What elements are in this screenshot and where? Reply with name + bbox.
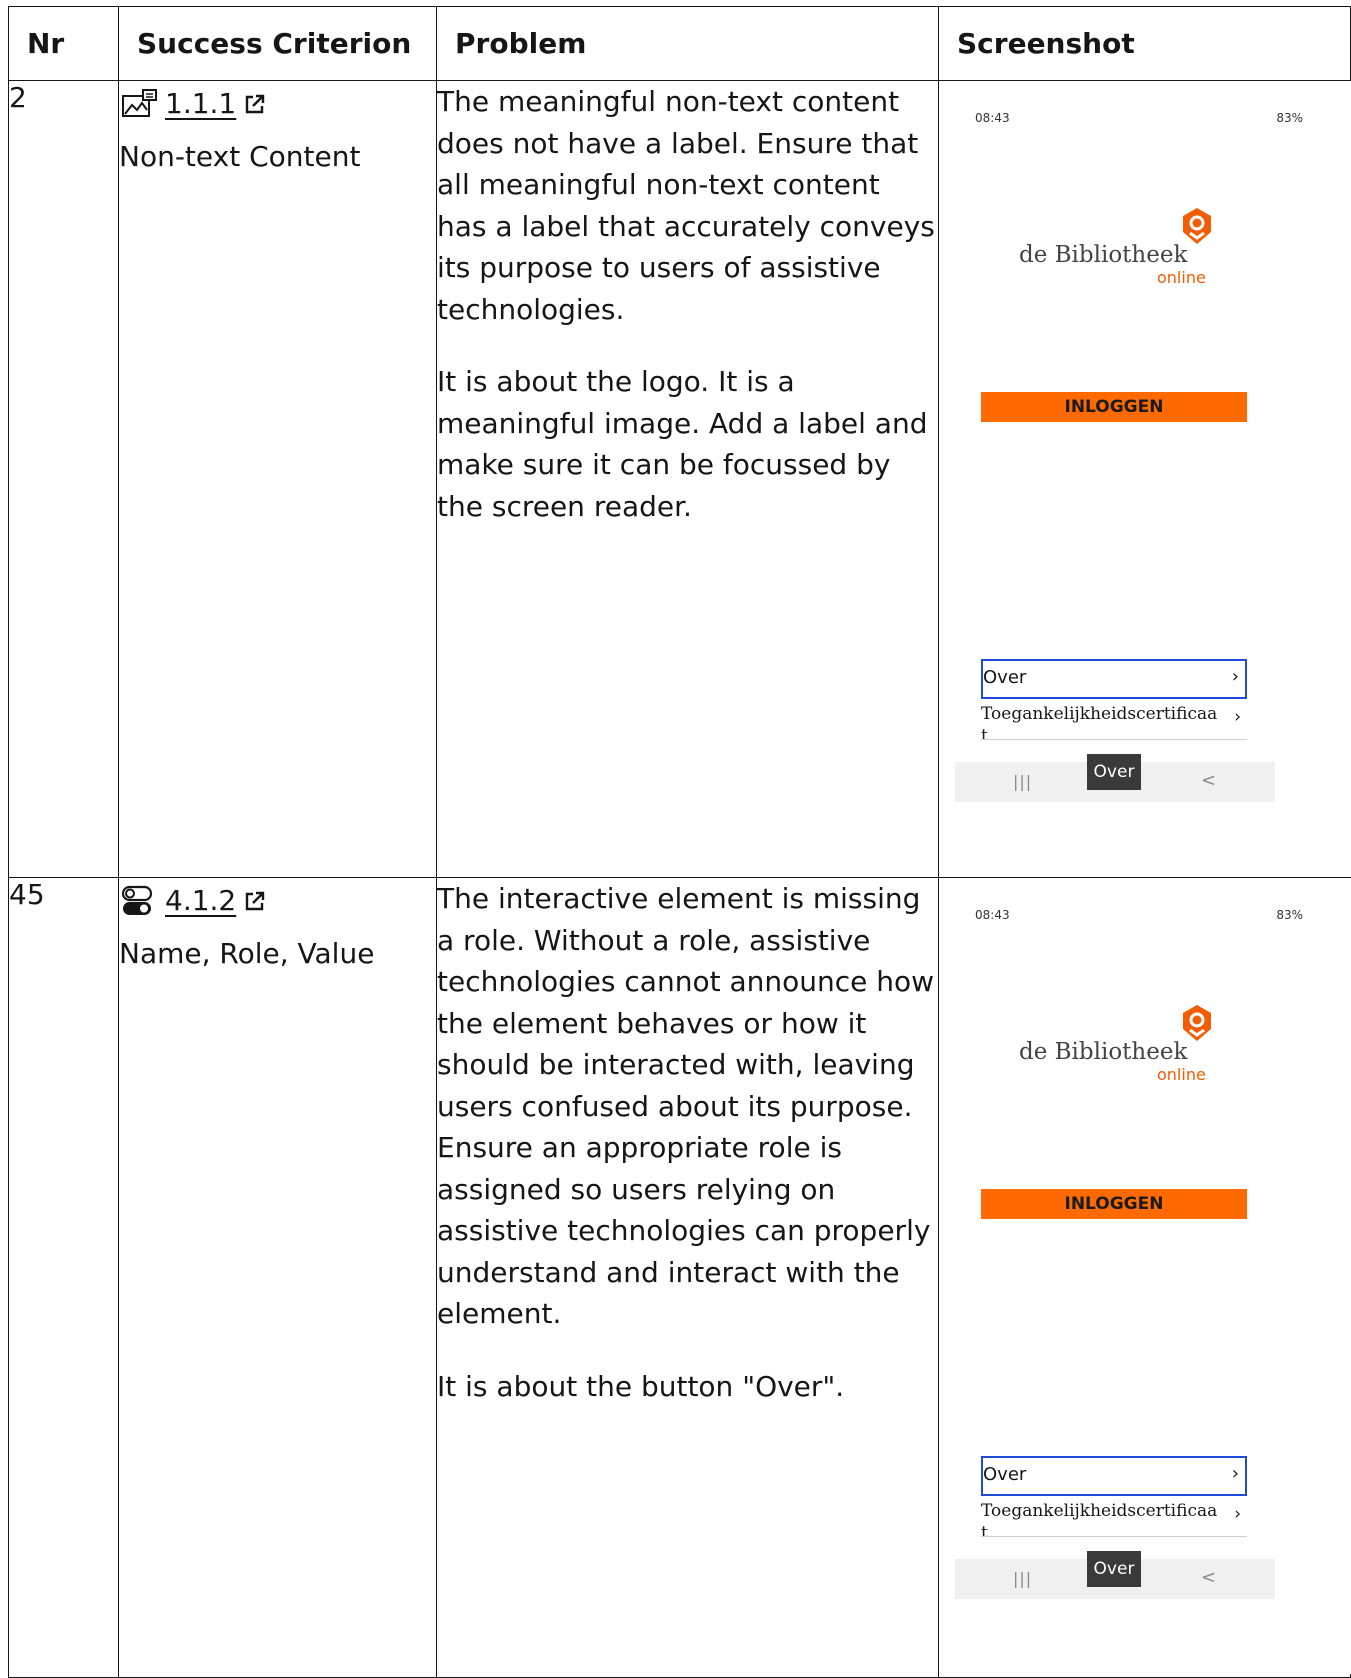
logo-mark-icon [1183, 208, 1211, 244]
header-row: Nr Success Criterion Problem Screenshot [8, 6, 1351, 81]
phone-screenshot: 08:43 83% de Bibliotheek online INLOGGEN [939, 878, 1351, 1674]
menu-item-toegankelijkheid[interactable]: Toegankelijkheidscertificaat › [981, 1500, 1247, 1537]
external-link-icon [246, 891, 265, 911]
sc-name: Non-text Content [119, 140, 361, 173]
logo-sub-text: online [1157, 268, 1206, 287]
menu-item-over-label: Over [983, 1464, 1027, 1485]
success-criterion-cell: 4.1.2 Name, Role, Value [118, 877, 437, 1678]
row-number: 45 [8, 877, 119, 1678]
success-criterion-cell: 1.1.1 Non-text Content [118, 80, 437, 878]
problem-note: It is about the logo. It is a meaningful… [437, 365, 928, 523]
toggle-icon [121, 885, 153, 915]
sc-link[interactable]: 1.1.1 [119, 81, 266, 127]
status-time: 08:43 [975, 111, 1010, 125]
menu-item-toegankelijkheid[interactable]: Toegankelijkheidscertificaat › [981, 703, 1247, 740]
login-button[interactable]: INLOGGEN [981, 392, 1247, 422]
phone-screenshot: 08:43 83% de Bibliotheek online INLOGGEN [939, 81, 1351, 877]
status-battery: 83% [1276, 111, 1303, 125]
logo-sub-text: online [1157, 1065, 1206, 1084]
login-button[interactable]: INLOGGEN [981, 1189, 1247, 1219]
table-row: 2 1.1.1 Non-text Content The meaningful … [8, 80, 1351, 878]
menu-item-toeg-label: Toegankelijkheidscertificaat [981, 1501, 1218, 1537]
problem-description: The meaningful non-text content does not… [437, 85, 935, 326]
sc-link[interactable]: 4.1.2 [119, 878, 266, 924]
screenshot-cell: 08:43 83% de Bibliotheek online INLOGGEN [938, 877, 1351, 1678]
chevron-right-icon: › [1231, 1463, 1239, 1484]
menu-item-over[interactable]: Over › [981, 659, 1247, 699]
menu-item-over-label: Over [983, 667, 1027, 688]
sc-number: 1.1.1 [165, 87, 237, 120]
logo-brand-text: de Bibliotheek [1019, 242, 1188, 268]
problem-note: It is about the button "Over". [437, 1369, 845, 1403]
screenreader-tooltip: Over [1087, 1551, 1141, 1587]
sc-number: 4.1.2 [165, 884, 237, 917]
bibliotheek-logo: de Bibliotheek online [1019, 1003, 1219, 1084]
status-battery: 83% [1276, 908, 1303, 922]
header-nr: Nr [8, 6, 119, 81]
header-success-criterion: Success Criterion [118, 6, 437, 81]
recent-apps-icon[interactable]: ||| [1013, 772, 1032, 791]
chevron-right-icon: › [1234, 707, 1241, 727]
problem-cell: The interactive element is missing a rol… [436, 877, 939, 1678]
chevron-right-icon: › [1231, 666, 1239, 687]
image-icon [122, 89, 157, 117]
findings-table: Nr Success Criterion Problem Screenshot … [8, 6, 1351, 1678]
chevron-right-icon: › [1234, 1504, 1241, 1524]
row-number: 2 [8, 80, 119, 878]
table-row: 45 4.1.2 Name, Role, Value The interacti… [8, 877, 1351, 1678]
external-link-icon [246, 94, 265, 114]
logo-mark-icon [1183, 1005, 1211, 1041]
problem-cell: The meaningful non-text content does not… [436, 80, 939, 878]
screenreader-tooltip: Over [1087, 754, 1141, 790]
back-icon[interactable]: < [1201, 1567, 1216, 1588]
recent-apps-icon[interactable]: ||| [1013, 1569, 1032, 1588]
screenshot-cell: 08:43 83% de Bibliotheek online INLOGGEN [938, 80, 1351, 878]
menu-item-over[interactable]: Over › [981, 1456, 1247, 1496]
header-screenshot: Screenshot [938, 6, 1351, 81]
sc-name: Name, Role, Value [119, 937, 375, 970]
logo-brand-text: de Bibliotheek [1019, 1039, 1188, 1065]
status-time: 08:43 [975, 908, 1010, 922]
back-icon[interactable]: < [1201, 770, 1216, 791]
menu-item-toeg-label: Toegankelijkheidscertificaat [981, 704, 1218, 740]
bibliotheek-logo: de Bibliotheek online [1019, 206, 1219, 287]
problem-description: The interactive element is missing a rol… [437, 882, 935, 1330]
header-problem: Problem [436, 6, 939, 81]
